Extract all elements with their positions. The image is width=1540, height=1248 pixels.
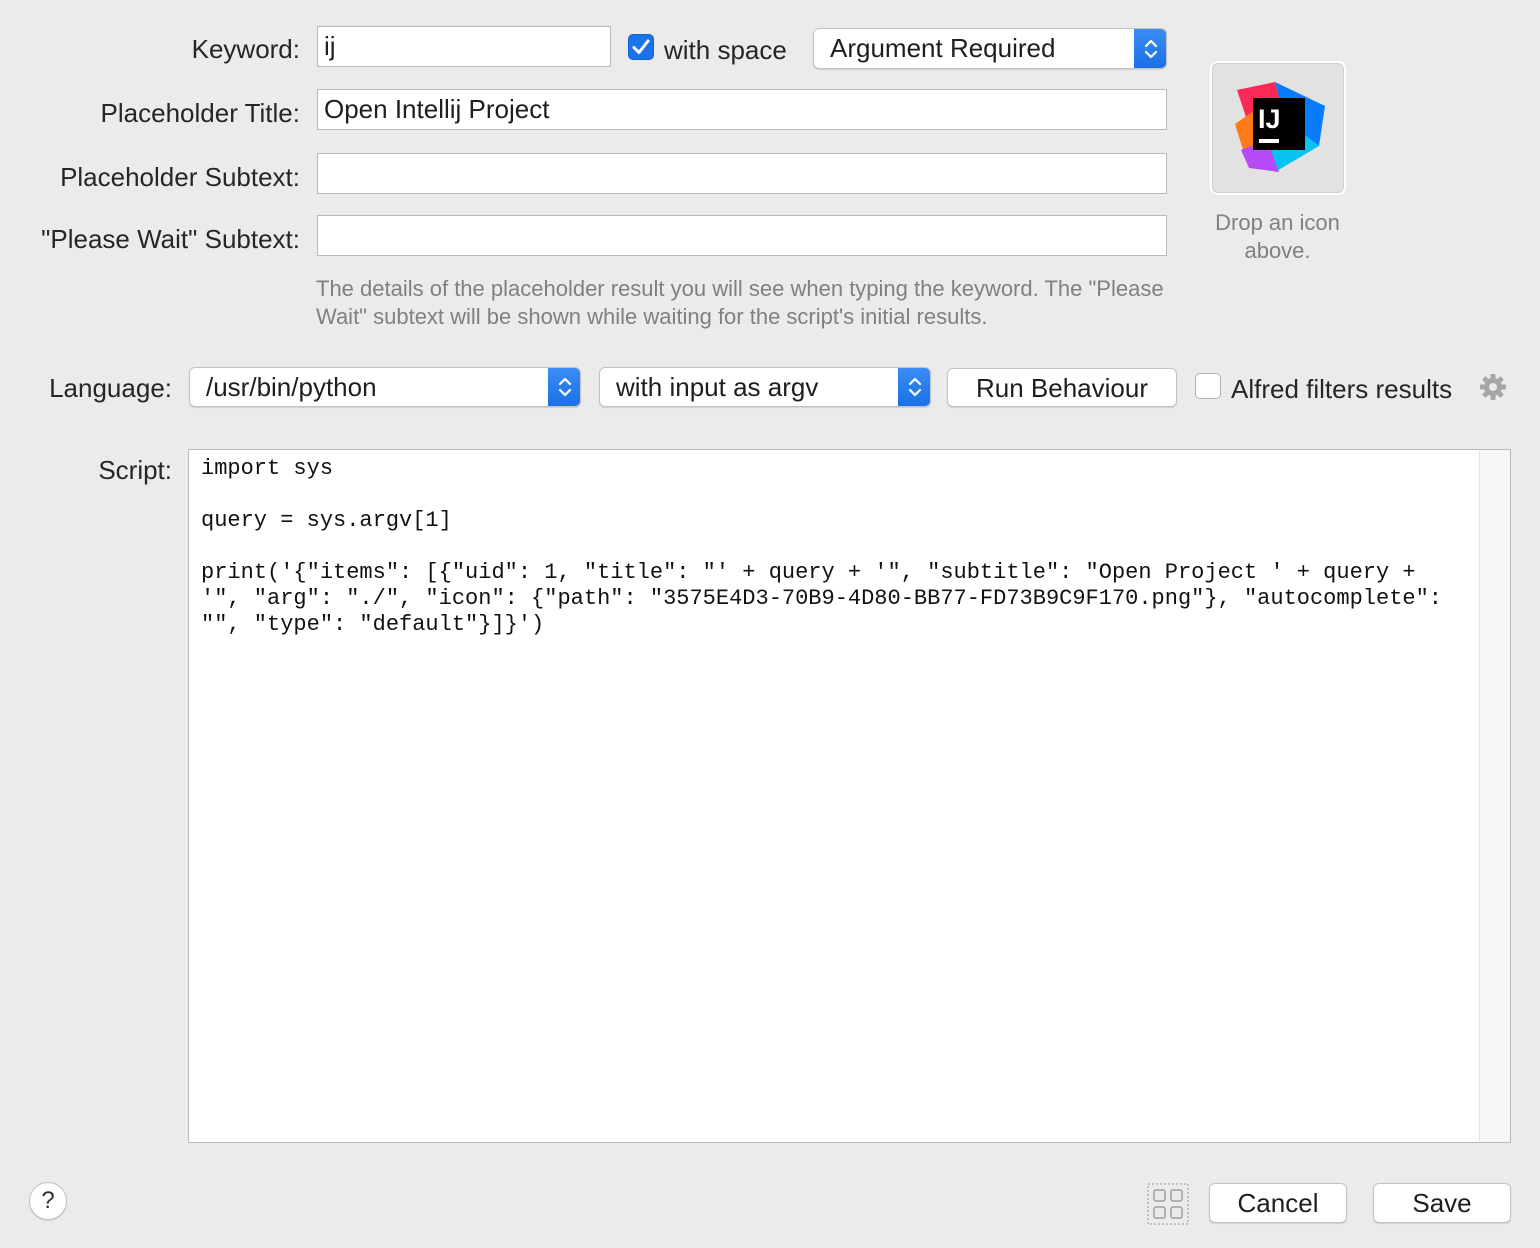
up-down-chevron-icon	[898, 368, 930, 406]
script-scrollbar[interactable]	[1479, 450, 1510, 1142]
placeholder-title-input[interactable]	[317, 89, 1167, 130]
alfred-filters-label: Alfred filters results	[1231, 374, 1453, 404]
placeholder-subtext-label: Placeholder Subtext:	[60, 162, 300, 192]
drop-icon-hint: Drop an icon above.	[1215, 210, 1340, 263]
keyword-input[interactable]	[317, 26, 611, 67]
argument-mode-select[interactable]: Argument Required	[813, 28, 1167, 69]
with-space-label: with space	[664, 35, 787, 65]
run-behaviour-button[interactable]: Run Behaviour	[947, 368, 1177, 407]
save-button[interactable]: Save	[1373, 1183, 1511, 1223]
script-label: Script:	[98, 455, 172, 485]
help-button[interactable]: ?	[29, 1182, 67, 1220]
gear-icon[interactable]	[1478, 372, 1508, 402]
script-filter-editor: { "keyword": { "label": "Keyword:", "val…	[0, 0, 1540, 1248]
please-wait-subtext-input[interactable]	[317, 215, 1167, 256]
grid-layout-icon[interactable]	[1147, 1183, 1189, 1225]
placeholder-title-label: Placeholder Title:	[100, 98, 300, 128]
language-label: Language:	[49, 373, 172, 403]
keyword-label: Keyword:	[191, 34, 300, 64]
up-down-chevron-icon	[548, 368, 580, 406]
language-select[interactable]: /usr/bin/python	[189, 367, 581, 407]
intellij-idea-icon: IJ	[1235, 82, 1325, 172]
icon-text: IJ	[1258, 104, 1281, 134]
placeholder-subtext-input[interactable]	[317, 153, 1167, 194]
please-wait-subtext-label: "Please Wait" Subtext:	[41, 224, 300, 254]
script-code[interactable]: import sys query = sys.argv[1] print('{"…	[201, 456, 1466, 638]
placeholder-hint-text: The details of the placeholder result yo…	[316, 276, 1164, 329]
script-editor[interactable]: import sys query = sys.argv[1] print('{"…	[188, 449, 1511, 1143]
input-mode-value: with input as argv	[616, 372, 819, 402]
alfred-filters-checkbox[interactable]	[1195, 373, 1221, 399]
language-select-value: /usr/bin/python	[206, 372, 377, 402]
up-down-chevron-icon	[1134, 29, 1166, 68]
input-mode-select[interactable]: with input as argv	[599, 367, 931, 407]
checkmark-icon	[632, 39, 650, 54]
icon-drop-well[interactable]: IJ	[1210, 61, 1346, 195]
argument-mode-value: Argument Required	[830, 33, 1056, 63]
with-space-checkbox[interactable]	[628, 34, 654, 60]
cancel-button[interactable]: Cancel	[1209, 1183, 1347, 1223]
